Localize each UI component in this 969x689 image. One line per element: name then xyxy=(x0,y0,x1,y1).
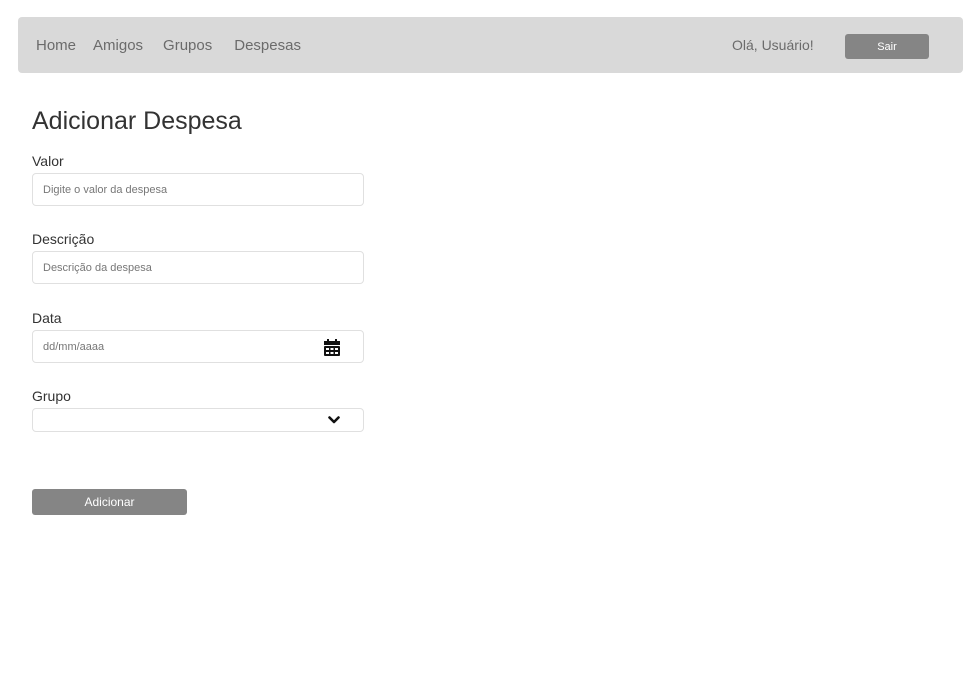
nav-links: Home Amigos Grupos Despesas xyxy=(36,17,301,73)
page-title: Adicionar Despesa xyxy=(32,107,242,135)
chevron-down-icon xyxy=(328,416,340,424)
logout-button[interactable]: Sair xyxy=(845,34,929,59)
data-label: Data xyxy=(32,310,62,326)
top-navbar: Home Amigos Grupos Despesas Olá, Usuário… xyxy=(18,17,963,73)
grupo-select[interactable] xyxy=(32,408,364,432)
data-input[interactable] xyxy=(33,331,363,362)
calendar-icon[interactable] xyxy=(324,339,340,356)
valor-input[interactable] xyxy=(33,174,363,205)
descricao-label: Descrição xyxy=(32,231,95,247)
descricao-input[interactable] xyxy=(33,252,363,283)
nav-link-amigos[interactable]: Amigos xyxy=(93,37,143,54)
add-expense-button[interactable]: Adicionar xyxy=(32,489,187,515)
grupo-label: Grupo xyxy=(32,388,71,404)
nav-link-grupos[interactable]: Grupos xyxy=(163,37,212,54)
valor-field-wrapper xyxy=(32,173,364,206)
descricao-field-wrapper xyxy=(32,251,364,284)
user-greeting: Olá, Usuário! xyxy=(732,37,814,53)
data-field-wrapper xyxy=(32,330,364,363)
nav-link-despesas[interactable]: Despesas xyxy=(234,37,301,54)
valor-label: Valor xyxy=(32,153,64,169)
nav-link-home[interactable]: Home xyxy=(36,37,76,54)
